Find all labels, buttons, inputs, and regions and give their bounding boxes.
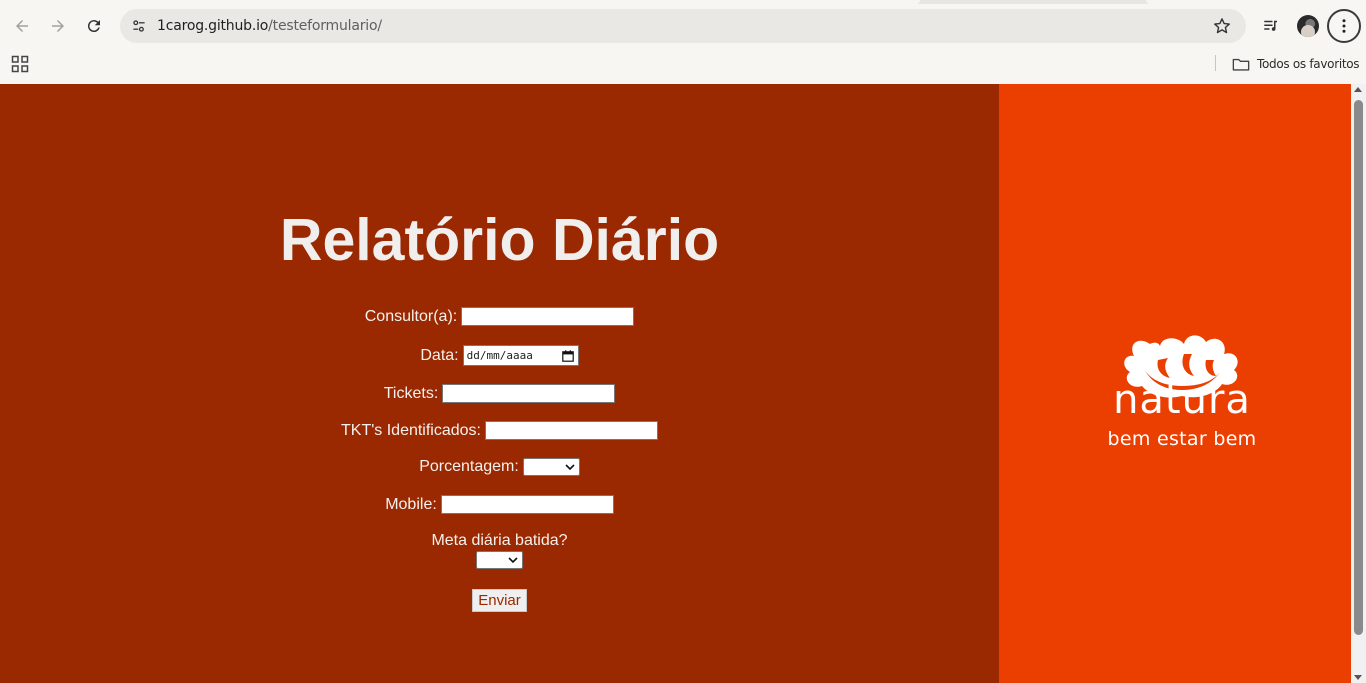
bookmarks-separator [1215,55,1216,71]
reload-button[interactable] [79,11,109,41]
chevron-down-icon [508,557,518,564]
consultor-input[interactable] [461,307,635,326]
tickets-input[interactable] [442,384,616,403]
tab-edge[interactable] [1146,0,1366,4]
tickets-row: Tickets: [0,384,999,403]
submit-button[interactable]: Enviar [472,589,527,612]
porcentagem-select[interactable] [522,458,580,476]
all-bookmarks-folder[interactable]: Todos os favoritos [1232,54,1360,74]
date-placeholder: dd/mm/aaaa [466,349,533,362]
meta-diaria-select[interactable] [476,551,523,569]
media-control-icon [1264,20,1277,31]
tkt-identificados-input[interactable] [485,421,658,440]
meta-diaria-label: Meta diária batida? [431,532,568,549]
porcentagem-row: Porcentagem: [0,458,999,476]
porcentagem-label: Porcentagem: [419,458,519,475]
mobile-label: Mobile: [385,495,437,513]
tkt-identificados-row: TKT's Identificados: [0,421,999,440]
data-row: Data: dd/mm/aaaa [0,345,999,366]
consultor-row: Consultor(a): [0,307,999,326]
form-panel: Relatório Diário Consultor(a): Data: dd/… [0,84,999,683]
forward-button[interactable] [43,11,73,41]
tune-icon [133,20,145,32]
arrow-left-icon [16,20,28,32]
site-info-button[interactable] [128,15,150,37]
arrow-right-icon [52,20,64,32]
scroll-up-arrow[interactable] [1354,87,1362,92]
page-title: Relatório Diário [279,207,720,273]
chevron-down-icon [565,464,575,471]
kebab-menu-icon [1342,19,1346,33]
consultor-label: Consultor(a): [364,307,458,325]
tab-strip [0,0,1366,4]
back-button[interactable] [7,11,37,41]
url-path: /testeformulario/ [268,18,382,34]
url-text[interactable]: 1carog.github.io/testeformulario/ [157,18,382,34]
tkt-identificados-label: TKT's Identificados: [341,421,481,439]
bookmarks-folder-label: Todos os favoritos [1257,57,1360,71]
folder-icon [1232,58,1250,71]
apps-grid-icon[interactable] [11,55,29,73]
reload-icon [87,20,100,33]
mobile-input[interactable] [440,495,614,514]
browser-chrome: 1carog.github.io/testeformulario/ Todos … [0,0,1366,84]
url-host: 1carog.github.io [157,18,269,34]
media-control-button[interactable] [1259,14,1283,38]
meta-diaria-group: Meta diária batida? [0,532,999,569]
data-label: Data: [420,346,459,364]
tickets-label: Tickets: [383,384,439,402]
brand-wordmark: natura [1113,377,1251,423]
active-tab-edge[interactable] [0,0,920,4]
star-icon[interactable] [1212,16,1232,36]
browser-menu-button[interactable] [1327,9,1361,43]
date-input[interactable]: dd/mm/aaaa [462,345,579,366]
brand-tagline: bem estar bem [1107,428,1257,450]
vertical-scrollbar[interactable] [1351,84,1366,683]
calendar-icon[interactable] [561,350,574,362]
scroll-thumb[interactable] [1354,100,1363,635]
address-bar[interactable]: 1carog.github.io/testeformulario/ [120,9,1246,43]
mobile-row: Mobile: [0,495,999,514]
scroll-down-arrow[interactable] [1354,675,1362,680]
profile-avatar[interactable] [1297,15,1319,37]
